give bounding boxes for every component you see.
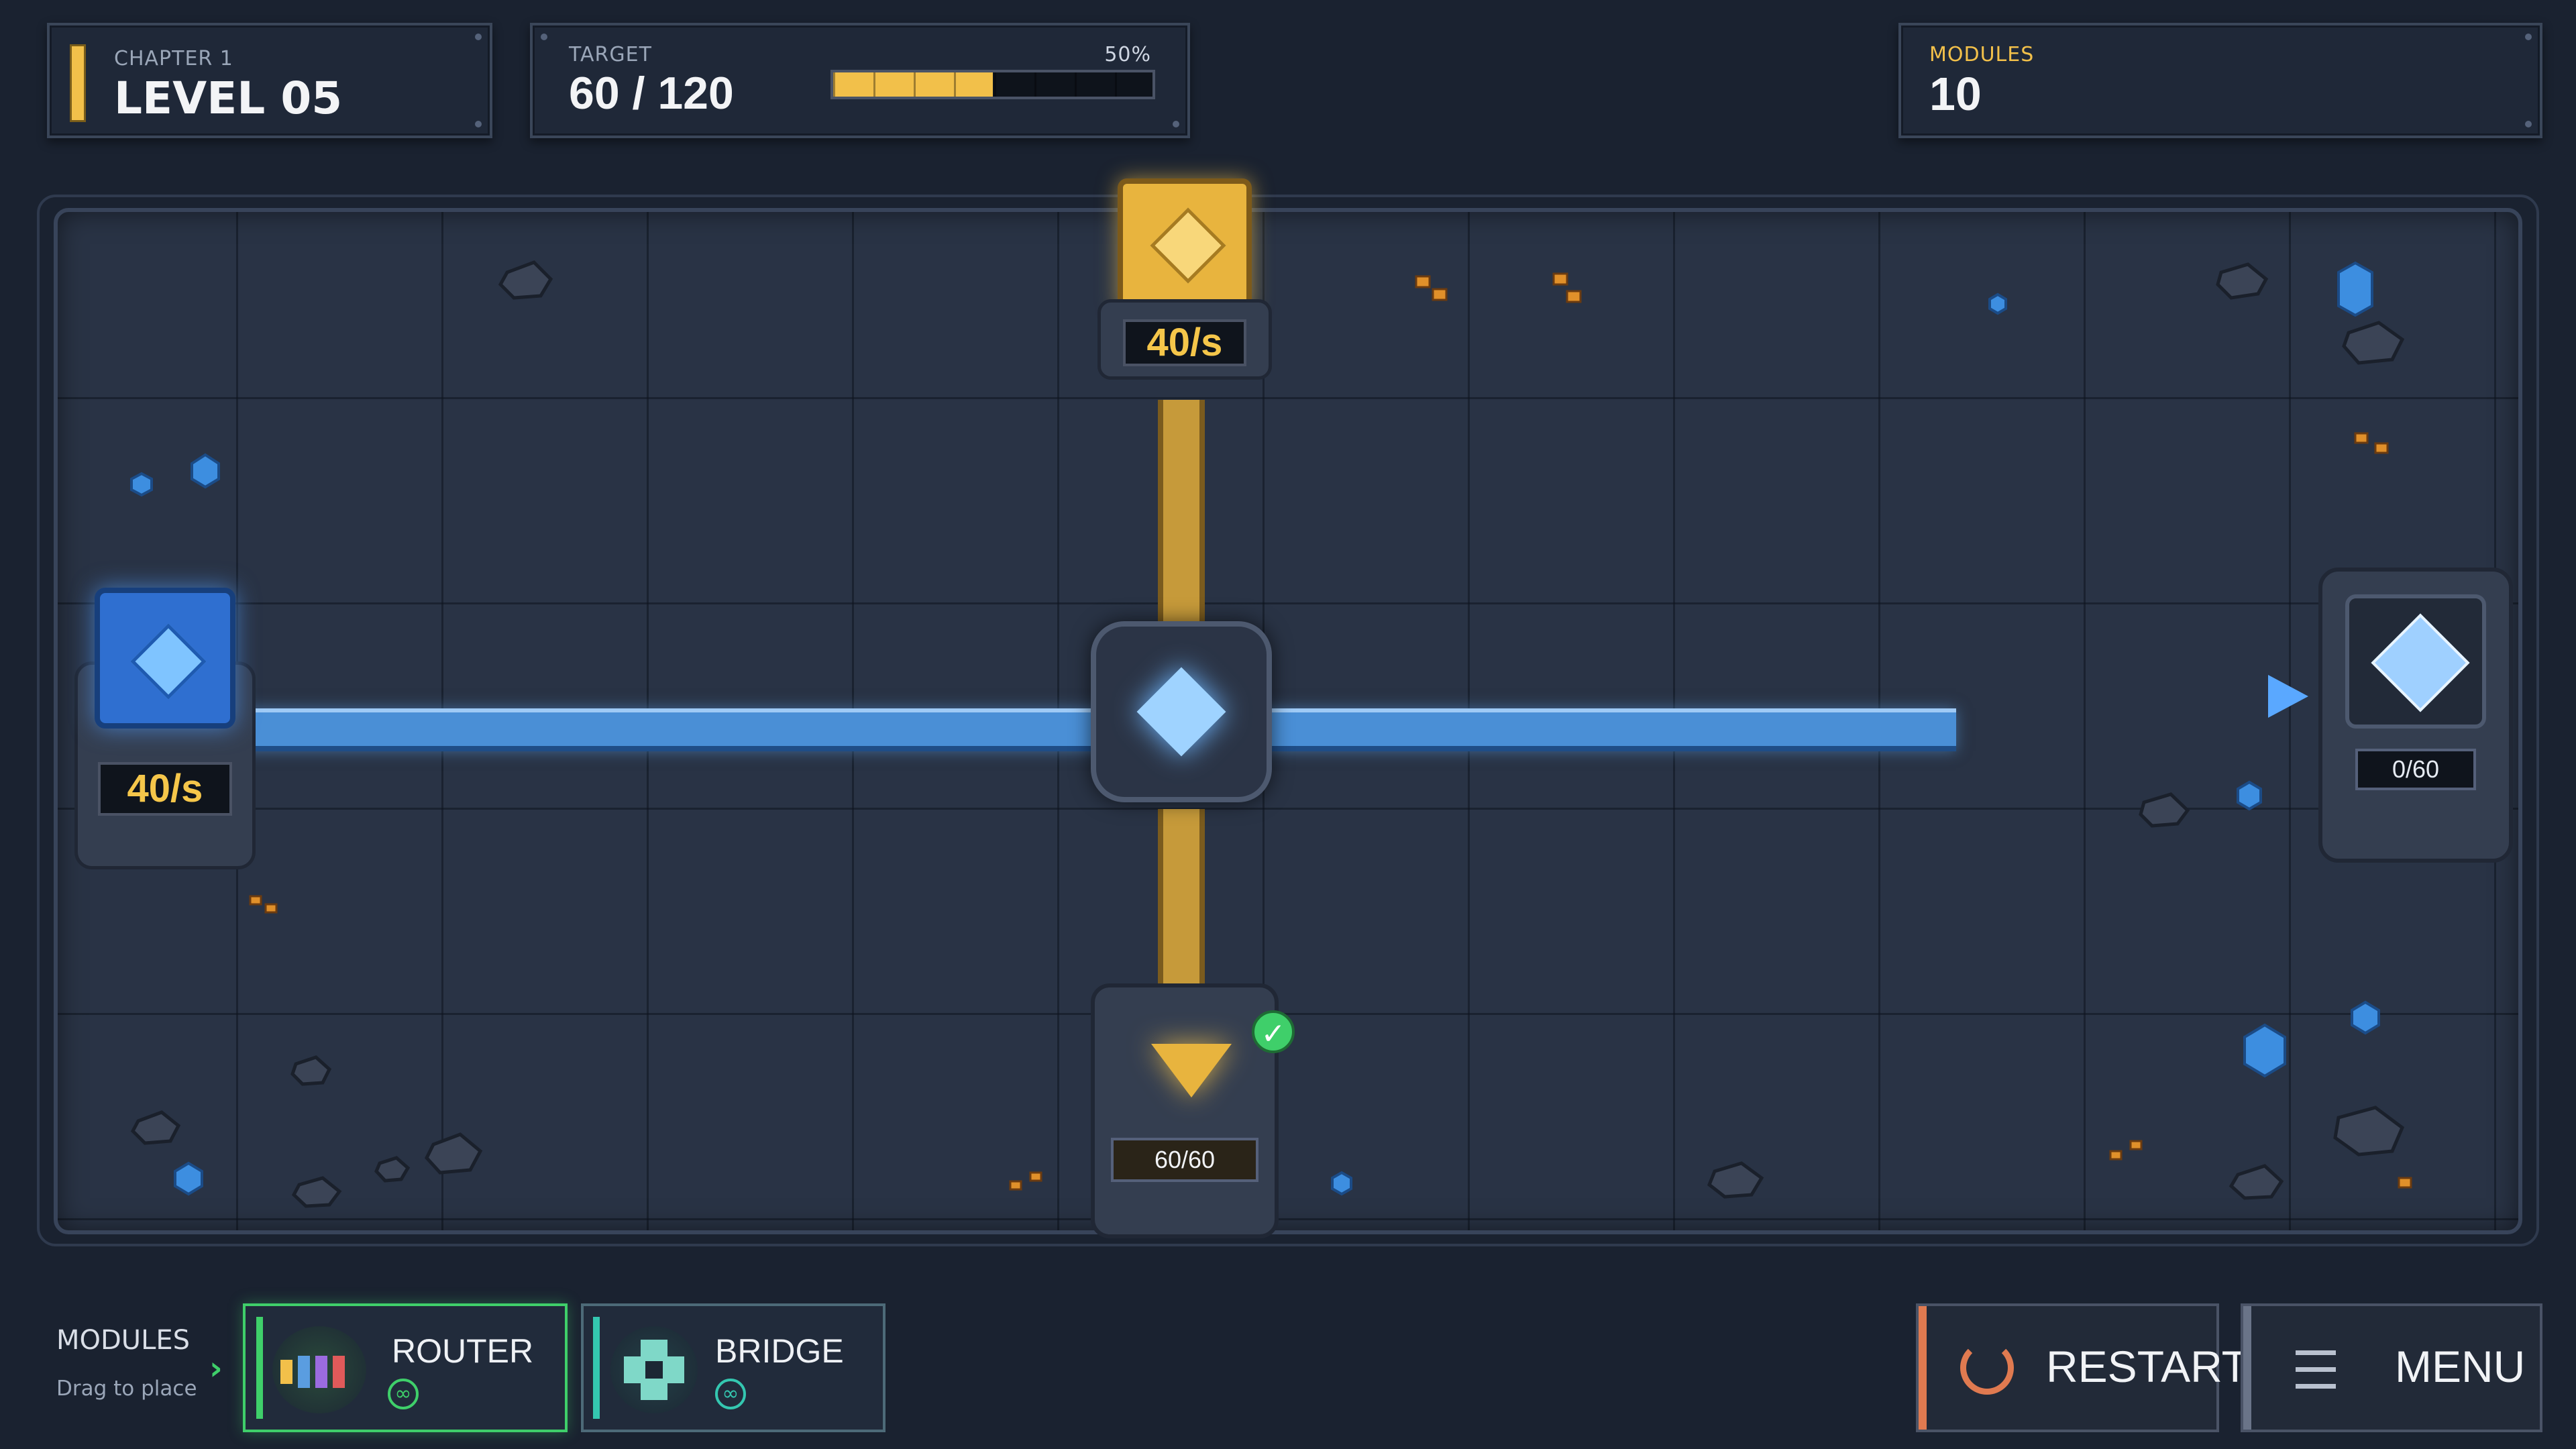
router-label: ROUTER — [392, 1332, 534, 1370]
module-bridge[interactable]: BRIDGE ∞ — [581, 1303, 885, 1432]
game-board[interactable]: 40/s 40/s 60/60 ✓ 0/60 — [54, 178, 2522, 1238]
modules-count: 10 — [1929, 68, 1982, 120]
blue-sink-count: 0/60 — [2355, 749, 2476, 790]
level-panel: CHAPTER 1 LEVEL 05 — [47, 23, 492, 138]
modules-label: MODULES — [1929, 43, 2035, 66]
blue-sink[interactable]: 0/60 — [2268, 568, 2520, 863]
level-title: LEVEL 05 — [114, 72, 343, 124]
hamburger-icon — [2296, 1350, 2336, 1389]
gold-source-rate: 40/s — [1123, 319, 1246, 366]
toolbar-modules-hint: Drag to place — [56, 1377, 197, 1401]
chevron-right-icon: › — [209, 1350, 223, 1387]
junction-core-icon — [1136, 667, 1226, 757]
gold-conveyor-upper[interactable] — [1158, 400, 1205, 655]
chapter-label: CHAPTER 1 — [114, 47, 233, 70]
modules-panel: MODULES 10 — [1898, 23, 2542, 138]
blue-source[interactable]: 40/s — [74, 588, 256, 869]
gold-sink-count: 60/60 — [1111, 1138, 1258, 1182]
gold-source[interactable]: 40/s — [1097, 178, 1272, 380]
success-check-icon: ✓ — [1252, 1010, 1295, 1053]
progress-bar — [830, 70, 1155, 99]
bridge-icon — [610, 1326, 698, 1413]
restart-button[interactable]: RESTART — [1916, 1303, 2249, 1432]
target-label: TARGET — [569, 43, 652, 66]
target-panel: TARGET 60 / 120 50% — [530, 23, 1190, 138]
blue-source-rate: 40/s — [98, 762, 232, 816]
junction-node[interactable] — [1091, 621, 1272, 802]
restart-label: RESTART — [2046, 1342, 2249, 1391]
blue-sink-input-arrow-icon — [2268, 675, 2308, 718]
gold-sink-arrow-icon — [1151, 1044, 1232, 1097]
toolbar-modules-label: MODULES — [56, 1325, 191, 1356]
bridge-label: BRIDGE — [715, 1332, 844, 1370]
router-count: ∞ — [388, 1379, 419, 1409]
gold-sink[interactable]: 60/60 ✓ — [1084, 983, 1295, 1238]
restart-icon — [1960, 1341, 2014, 1395]
bridge-count: ∞ — [715, 1379, 746, 1409]
target-value: 60 / 120 — [569, 68, 734, 119]
progress-percent: 50% — [1104, 43, 1151, 66]
menu-label: MENU — [2395, 1342, 2526, 1391]
router-icon — [272, 1326, 366, 1413]
menu-button[interactable]: MENU — [2241, 1303, 2542, 1432]
module-router[interactable]: ROUTER ∞ — [243, 1303, 568, 1432]
level-accent-bar — [70, 44, 86, 122]
